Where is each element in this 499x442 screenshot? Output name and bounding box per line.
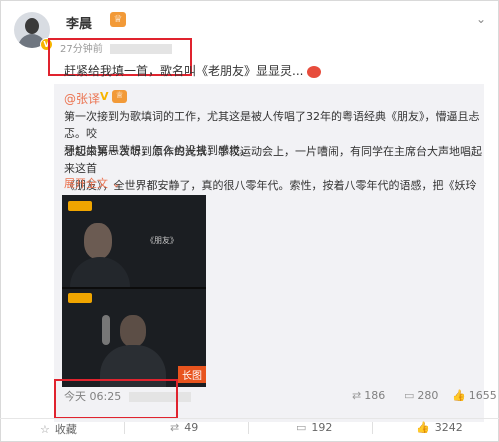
post-text: 赶紧给我填一首，歌名叫《老朋友》显显灵...	[64, 62, 322, 79]
repost-count-value: 186	[364, 389, 386, 402]
chevron-down-icon[interactable]: ⌄	[476, 12, 486, 26]
post-text-content: 赶紧给我填一首，歌名叫《老朋友》显显灵...	[64, 64, 304, 78]
singer-face-shape	[84, 223, 112, 259]
avatar-head-shape	[25, 18, 39, 34]
like-button[interactable]: 👍 3242	[416, 421, 463, 434]
like-count[interactable]: 👍 1655	[452, 389, 497, 402]
comment-count[interactable]: ▭ 280	[404, 389, 438, 402]
show-logo-icon	[68, 201, 92, 211]
comment-icon: ▭	[404, 389, 415, 402]
show-logo-icon-2	[68, 293, 92, 303]
expand-full-text-link[interactable]: 展开全文 ⌄	[64, 175, 121, 191]
rank-badge-icon: ♕	[110, 12, 126, 27]
long-image-badge: 长图	[178, 366, 206, 383]
favorite-icon: ☆	[40, 423, 50, 436]
video-thumbnail[interactable]: 《朋友》 长图	[62, 195, 206, 387]
emoji-icon	[307, 65, 322, 78]
action-divider-1	[124, 422, 125, 434]
like-icon: 👍	[452, 389, 466, 402]
frame-separator	[62, 287, 206, 289]
like-button-count: 3242	[434, 421, 463, 434]
like-icon-2: 👍	[416, 421, 430, 434]
like-count-value: 1655	[468, 389, 497, 402]
author-name[interactable]: 李晨	[66, 13, 92, 32]
highlight-box-repost-time	[54, 379, 178, 419]
action-divider-2	[248, 422, 249, 434]
microphone-icon	[102, 315, 110, 345]
comment-count-value: 280	[417, 389, 439, 402]
repost-author[interactable]: @张译	[64, 90, 100, 107]
repost-button-count: 49	[184, 421, 199, 434]
repost-rank-badge-icon: ♕	[112, 90, 127, 103]
singer-body-shape	[70, 257, 130, 287]
repost-button[interactable]: ⇄ 49	[170, 421, 198, 434]
expand-label: 展开全文	[64, 177, 108, 190]
video-song-title: 《朋友》	[146, 236, 178, 245]
comment-button[interactable]: ▭ 192	[296, 421, 332, 434]
comment-icon-2: ▭	[296, 421, 307, 434]
favorite-button[interactable]: ☆ 收藏	[40, 421, 77, 437]
repost-icon-2: ⇄	[170, 421, 180, 434]
action-divider-3	[372, 422, 373, 434]
repost-count[interactable]: ⇄ 186	[352, 389, 385, 402]
singer-face-shape-2	[120, 315, 146, 347]
comment-button-count: 192	[311, 421, 333, 434]
repost-icon: ⇄	[352, 389, 362, 402]
repost-p2-line1: 想起来第一次听到原作的光景：学校运动会上，一片嘈闹，有同学在主席台大声地唱起来这…	[64, 145, 482, 175]
repost-verified-icon: V	[100, 90, 109, 103]
favorite-label: 收藏	[54, 423, 77, 436]
repost-p1-line1: 第一次接到为歌填词的工作，尤其这是被人传唱了32年的粤语经典《朋友》，懵逼且忐忑…	[64, 110, 480, 140]
